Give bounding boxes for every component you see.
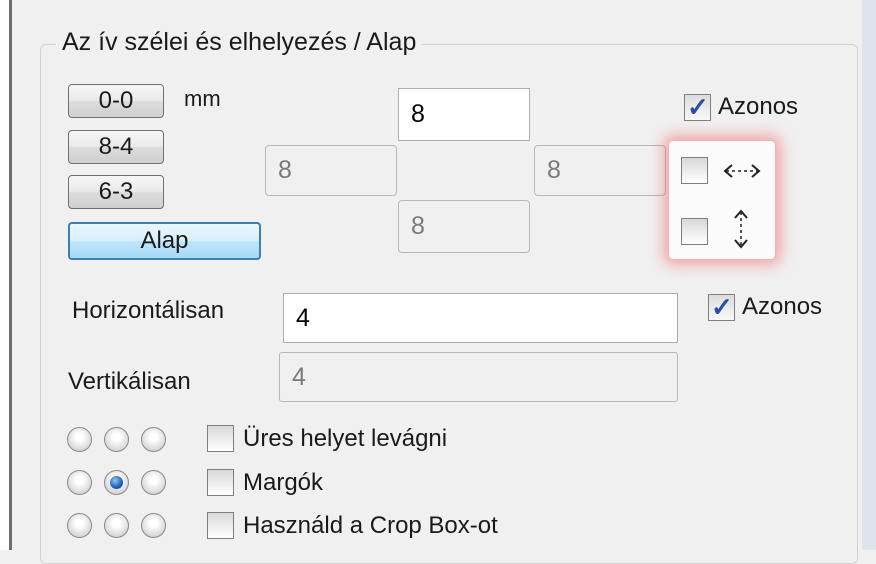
azonos-spacing-checkbox[interactable]: ✓ (708, 292, 735, 322)
align-radio-3-3[interactable] (141, 513, 166, 538)
horizontal-label: Horizontálisan (72, 297, 225, 324)
azonos-margin-label: Azonos (718, 93, 799, 120)
align-radio-1-1[interactable] (67, 427, 92, 452)
group-title: Az ív szélei és elhelyezés / Alap (56, 26, 423, 58)
azonos-spacing-label: Azonos (742, 293, 823, 320)
alap-button[interactable]: Alap (68, 222, 261, 260)
align-radio-2-1[interactable] (67, 470, 92, 495)
margok-checkbox[interactable] (207, 469, 234, 496)
margin-bottom-field[interactable]: 8 (398, 200, 530, 253)
window-left-border (0, 0, 12, 550)
checkmark-icon: ✓ (711, 292, 733, 322)
horizontal-arrows-icon (723, 164, 761, 178)
preset-8-4-button[interactable]: 8-4 (68, 130, 164, 164)
margok-label: Margók (243, 469, 324, 496)
crop-box-checkbox[interactable] (207, 512, 234, 539)
vertical-arrows-icon (734, 209, 748, 249)
crop-box-label: Használd a Crop Box-ot (243, 512, 498, 539)
preset-6-3-button[interactable]: 6-3 (68, 175, 164, 209)
horizontal-spacing-field[interactable]: 4 (283, 293, 678, 343)
azonos-margin-checkbox[interactable]: ✓ (684, 92, 711, 122)
preset-0-0-button[interactable]: 0-0 (68, 84, 164, 118)
align-radio-1-3[interactable] (141, 427, 166, 452)
align-radio-3-2[interactable] (104, 513, 129, 538)
ures-helyet-label: Üres helyet levágni (243, 425, 448, 452)
vertical-spacing-field[interactable]: 4 (279, 352, 678, 402)
vertical-label: Vertikálisan (68, 368, 191, 395)
checkmark-icon: ✓ (687, 92, 709, 122)
margin-right-field[interactable]: 8 (534, 145, 666, 196)
align-radio-3-1[interactable] (67, 513, 92, 538)
window-right-edge (862, 0, 876, 550)
margin-left-field[interactable]: 8 (265, 145, 397, 196)
align-radio-1-2[interactable] (104, 427, 129, 452)
mirror-vertical-checkbox[interactable] (681, 218, 708, 245)
unit-label: mm (184, 86, 221, 111)
ures-helyet-checkbox[interactable] (207, 425, 234, 452)
mirror-horizontal-checkbox[interactable] (681, 157, 708, 184)
align-radio-2-3[interactable] (141, 470, 166, 495)
margin-top-field[interactable]: 8 (398, 88, 530, 141)
align-radio-2-2[interactable] (104, 470, 129, 495)
